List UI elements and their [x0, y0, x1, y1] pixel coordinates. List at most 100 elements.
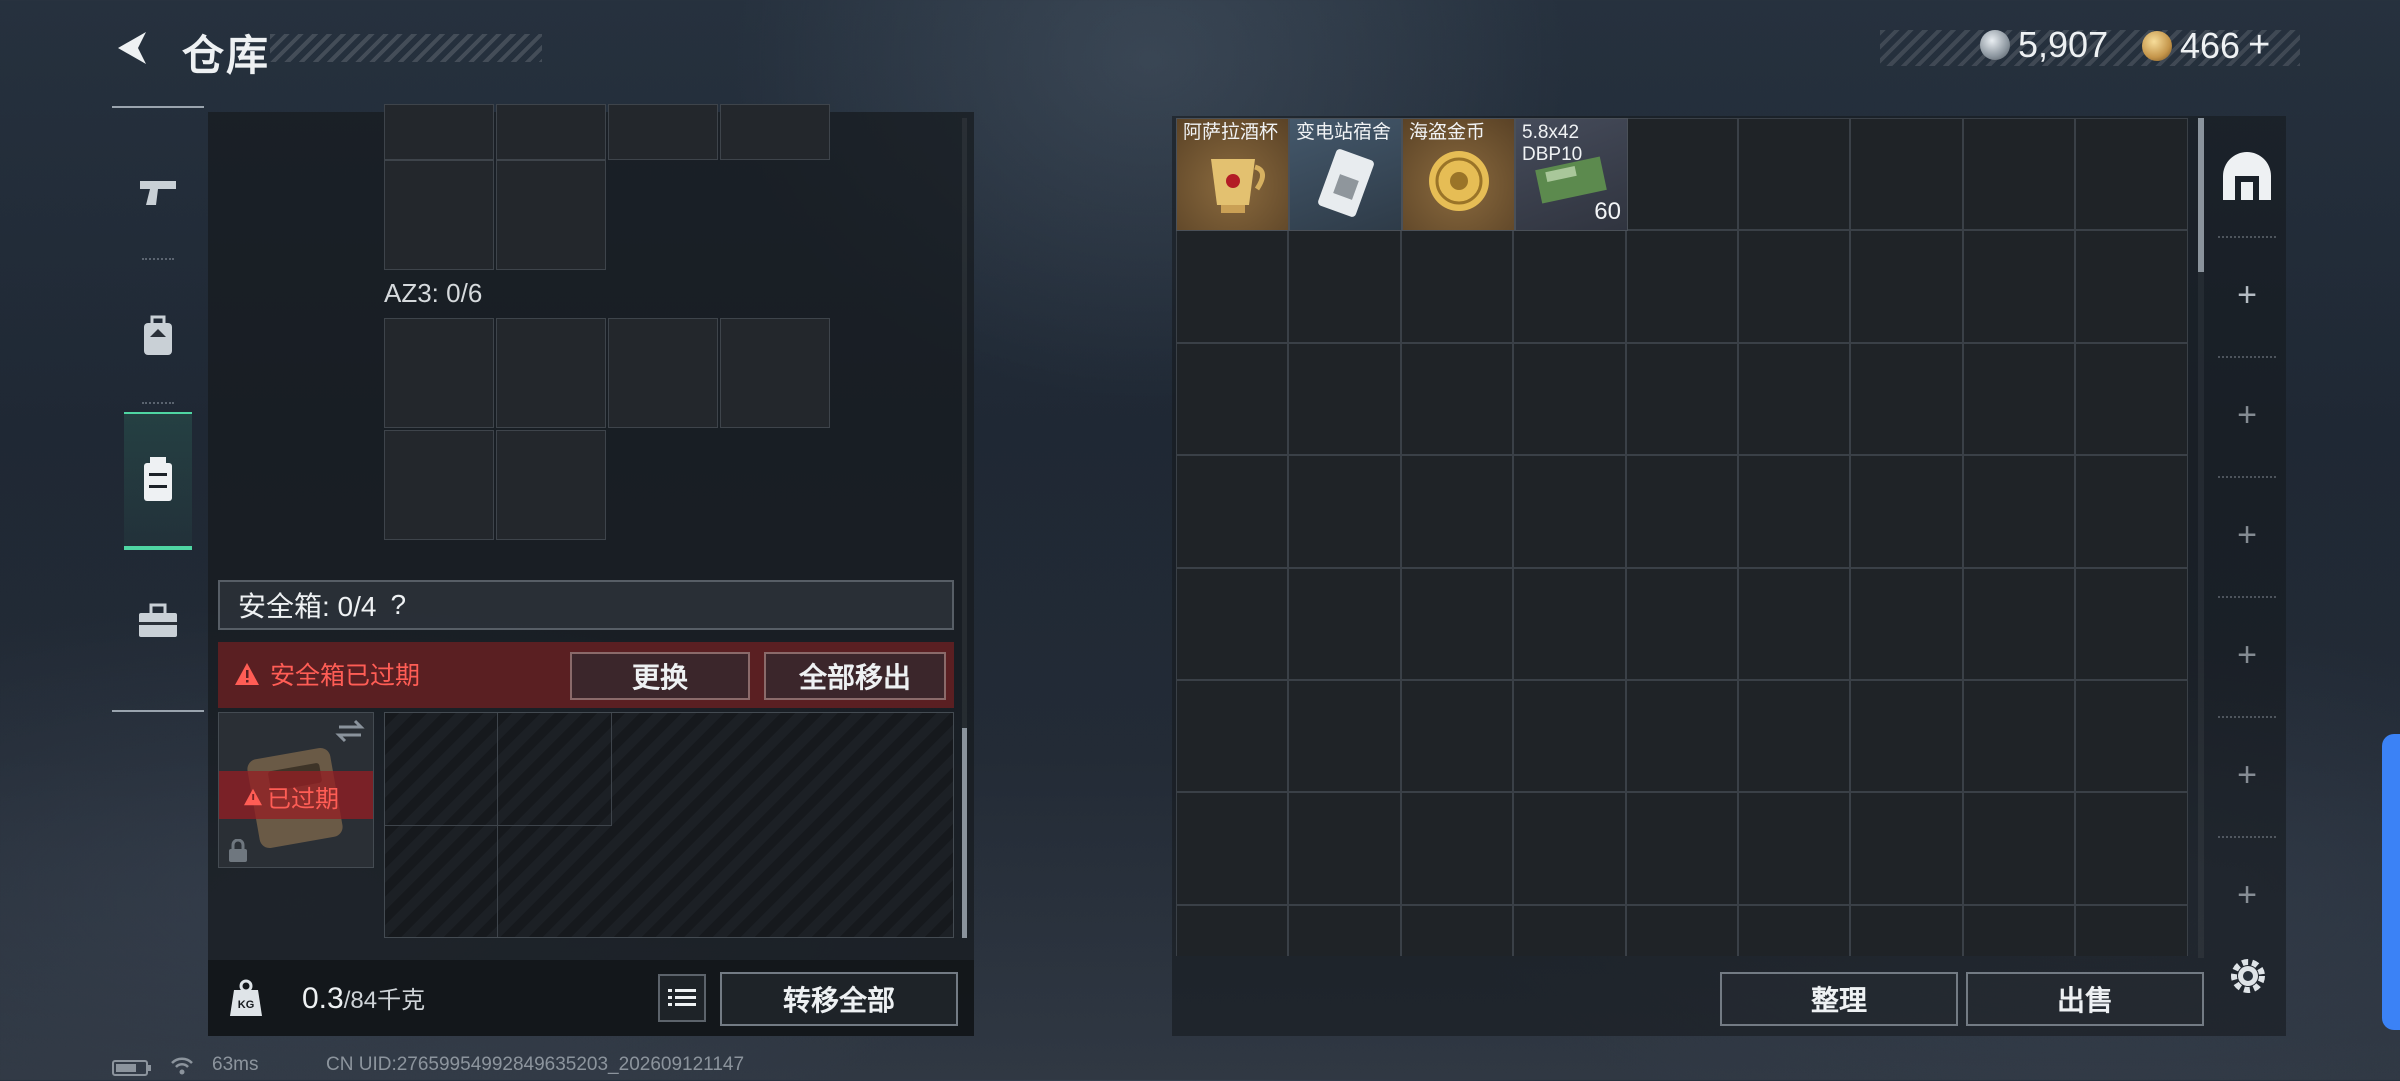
az3-slot[interactable]	[496, 430, 606, 540]
stash-slot[interactable]	[2075, 230, 2188, 343]
left-scrollbar[interactable]	[962, 118, 967, 938]
grid-slot[interactable]	[720, 104, 830, 160]
stash-slot[interactable]	[1176, 342, 1289, 456]
sidebar-item-toolbox[interactable]	[124, 576, 192, 666]
sidebar-item-safe-box[interactable]	[124, 412, 192, 550]
gold-currency[interactable]: 466 +	[2142, 24, 2270, 67]
stash-slot[interactable]	[1288, 230, 1401, 343]
add-container-button[interactable]: +	[2208, 876, 2286, 915]
stash-slot[interactable]	[1288, 904, 1401, 956]
stash-slot[interactable]	[1176, 792, 1289, 905]
stash-slot[interactable]	[2075, 904, 2188, 956]
stash-slot[interactable]	[1850, 230, 1963, 343]
stash-slot[interactable]	[1400, 680, 1514, 793]
stash-slot[interactable]	[1738, 904, 1851, 956]
az3-slot[interactable]	[384, 430, 494, 540]
az3-slot[interactable]	[720, 318, 830, 428]
stash-slot[interactable]	[1850, 342, 1963, 456]
settings-gear-icon[interactable]	[2226, 954, 2270, 998]
stash-slot[interactable]	[2075, 455, 2188, 568]
stash-slot[interactable]	[1625, 455, 1738, 568]
stash-slot[interactable]	[1288, 567, 1401, 680]
stash-slot[interactable]	[1625, 792, 1738, 905]
stash-slot[interactable]	[1738, 792, 1851, 905]
stash-scrollbar[interactable]	[2198, 118, 2204, 958]
stash-slot[interactable]	[1288, 455, 1401, 568]
stash-slot[interactable]	[1625, 567, 1738, 680]
stash-slot[interactable]	[1962, 792, 2076, 905]
stash-slot[interactable]	[1176, 455, 1289, 568]
stash-slot[interactable]	[2075, 792, 2188, 905]
stash-slot[interactable]	[1513, 904, 1626, 956]
stash-slot[interactable]	[1850, 680, 1963, 793]
stash-slot[interactable]	[1176, 904, 1289, 956]
replace-button[interactable]: 更换	[570, 652, 750, 700]
side-drawer-handle[interactable]	[2382, 734, 2400, 1030]
stash-slot[interactable]	[1513, 342, 1626, 456]
az3-slot[interactable]	[384, 318, 494, 428]
add-container-button[interactable]: +	[2208, 396, 2286, 435]
back-icon[interactable]	[112, 28, 152, 68]
stash-slot[interactable]	[1625, 904, 1738, 956]
stash-slot[interactable]	[1850, 792, 1963, 905]
stash-slot[interactable]	[1962, 904, 2076, 956]
az3-slot[interactable]	[496, 318, 606, 428]
grid-slot[interactable]	[384, 160, 494, 270]
list-view-button[interactable]	[658, 974, 706, 1022]
stash-item-goblet[interactable]: 阿萨拉酒杯	[1176, 118, 1289, 231]
stash-slot[interactable]	[1625, 230, 1738, 343]
stash-slot[interactable]	[1625, 118, 1738, 231]
stash-slot[interactable]	[1850, 118, 1963, 231]
stash-slot[interactable]	[1513, 792, 1626, 905]
stash-slot[interactable]	[1738, 567, 1851, 680]
stash-item-ammo[interactable]: 5.8x42 DBP10 60	[1515, 118, 1628, 231]
stash-slot[interactable]	[1625, 680, 1738, 793]
grid-slot[interactable]	[384, 104, 494, 160]
stash-slot[interactable]	[1850, 904, 1963, 956]
sort-button[interactable]: 整理	[1720, 972, 1958, 1026]
add-currency-button[interactable]: +	[2248, 24, 2270, 67]
stash-slot[interactable]	[1513, 680, 1626, 793]
stash-slot[interactable]	[1400, 342, 1514, 456]
stash-slot[interactable]	[1738, 455, 1851, 568]
grid-slot[interactable]	[496, 104, 606, 160]
stash-slot[interactable]	[1400, 567, 1514, 680]
stash-item-keycard[interactable]: 变电站宿舍	[1289, 118, 1402, 231]
stash-slot[interactable]	[1400, 904, 1514, 956]
help-icon[interactable]: ?	[390, 589, 406, 621]
grid-slot[interactable]	[496, 160, 606, 270]
stash-slot[interactable]	[1513, 455, 1626, 568]
stash-slot[interactable]	[1288, 792, 1401, 905]
sidebar-item-weapons[interactable]	[124, 148, 192, 238]
stash-slot[interactable]	[1625, 342, 1738, 456]
sell-button[interactable]: 出售	[1966, 972, 2204, 1026]
safe-case-slot[interactable]: 已过期	[218, 712, 374, 868]
stash-slot[interactable]	[1962, 567, 2076, 680]
stash-slot[interactable]	[1962, 342, 2076, 456]
stash-slot[interactable]	[1962, 230, 2076, 343]
stash-slot[interactable]	[1400, 455, 1514, 568]
stash-item-pirate-coin[interactable]: 海盗金币	[1402, 118, 1515, 231]
stash-slot[interactable]	[1850, 567, 1963, 680]
stash-slot[interactable]	[1513, 230, 1626, 343]
swap-icon[interactable]	[335, 719, 365, 743]
stash-slot[interactable]	[1962, 680, 2076, 793]
stash-slot[interactable]	[1288, 342, 1401, 456]
stash-slot[interactable]	[1513, 567, 1626, 680]
stash-slot[interactable]	[1176, 567, 1289, 680]
remove-all-button[interactable]: 全部移出	[764, 652, 946, 700]
stash-slot[interactable]	[1400, 792, 1514, 905]
stash-slot[interactable]	[1288, 680, 1401, 793]
add-container-button[interactable]: +	[2208, 516, 2286, 555]
az3-slot[interactable]	[608, 318, 718, 428]
stash-slot[interactable]	[1850, 455, 1963, 568]
stash-slot[interactable]	[1738, 680, 1851, 793]
stash-slot[interactable]	[1400, 230, 1514, 343]
stash-slot[interactable]	[1176, 230, 1289, 343]
add-container-button[interactable]: +	[2208, 276, 2286, 315]
stash-slot[interactable]	[1738, 230, 1851, 343]
stash-slot[interactable]	[2075, 342, 2188, 456]
stash-slot[interactable]	[1176, 680, 1289, 793]
grid-slot[interactable]	[608, 104, 718, 160]
stash-slot[interactable]	[2075, 567, 2188, 680]
